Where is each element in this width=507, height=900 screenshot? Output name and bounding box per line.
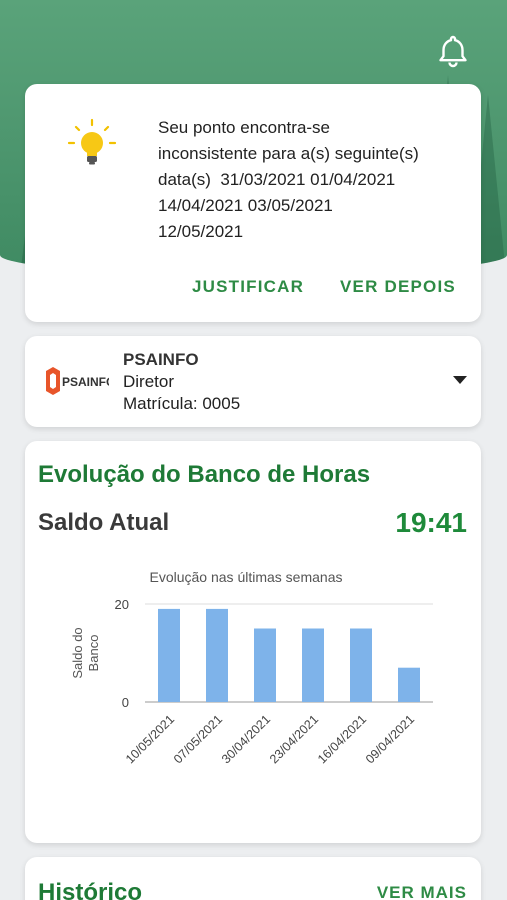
notice-line: 14/04/2021 03/05/2021 [158,196,333,215]
y-tick-label: 0 [122,695,129,710]
chevron-down-icon[interactable] [453,376,467,384]
notice-actions: JUSTIFICAR VER DEPOIS [25,277,481,303]
lightbulb-icon [64,117,120,173]
history-card: Histórico VER MAIS [25,857,481,900]
employee-registration: Matrícula: 0005 [123,394,241,413]
balance-value: 19:41 [395,507,467,538]
history-title: Histórico [38,879,143,900]
x-tick-label: 23/04/2021 [267,712,321,766]
company-selector-card[interactable]: PSAINFO PSAINFO Diretor Matrícula: 0005 [25,336,481,427]
svg-text:PSAINFO: PSAINFO [62,375,109,389]
chart-bar [398,667,420,702]
y-axis-label: Saldo doBanco [70,627,101,678]
chart-bar [350,628,372,702]
justify-button[interactable]: JUSTIFICAR [192,277,304,297]
notice-message: Seu ponto encontra-se inconsistente para… [158,115,468,245]
balance-label: Saldo Atual [38,509,170,536]
view-later-button[interactable]: VER DEPOIS [340,277,456,297]
chart-bar [254,628,276,702]
notice-line: data(s) 31/03/2021 01/04/2021 [158,170,396,189]
x-tick-label: 07/05/2021 [171,712,225,766]
y-tick-label: 20 [115,597,129,612]
hours-bank-title: Evolução do Banco de Horas [38,461,371,488]
hours-bank-card: Evolução do Banco de Horas Saldo Atual 1… [25,441,481,843]
chart-bar [158,608,180,702]
chart-title: Evolução nas últimas semanas [150,569,343,585]
x-tick-label: 09/04/2021 [363,712,417,766]
view-more-button[interactable]: VER MAIS [377,883,467,900]
company-name: PSAINFO [123,350,199,369]
x-tick-label: 30/04/2021 [219,712,273,766]
x-tick-label: 10/05/2021 [123,712,177,766]
hours-bank-chart: Evolução nas últimas semanas Saldo doBanc… [25,556,481,806]
chart-bar [206,608,228,702]
employee-role: Diretor [123,372,175,391]
x-tick-label: 16/04/2021 [315,712,369,766]
notice-line: Seu ponto encontra-se [158,118,331,137]
notice-line: inconsistente para a(s) seguinte(s) [158,144,419,163]
bell-icon[interactable] [435,33,471,69]
company-logo: PSAINFO [45,364,115,398]
chart-bar [302,628,324,702]
notice-line: 12/05/2021 [158,222,244,241]
